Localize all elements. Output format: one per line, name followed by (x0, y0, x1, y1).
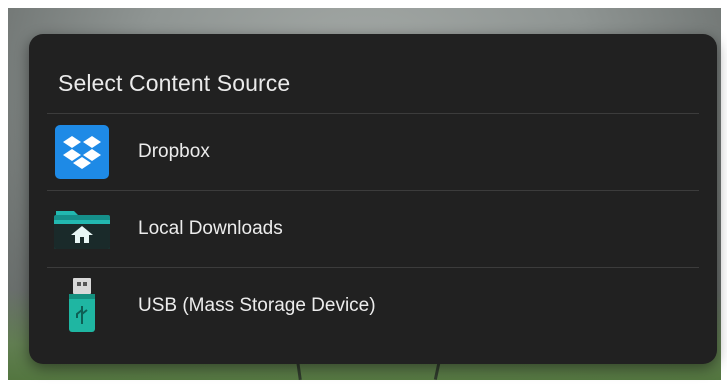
option-usb-storage[interactable]: USB (Mass Storage Device) (47, 268, 699, 344)
content-source-dialog: Select Content Source Dropbox Local Down… (29, 34, 717, 364)
option-label: USB (Mass Storage Device) (138, 295, 376, 316)
folder-home-icon (52, 202, 112, 256)
dialog-title: Select Content Source (58, 70, 291, 96)
dropbox-icon (55, 125, 109, 179)
option-label: Local Downloads (138, 218, 283, 239)
usb-drive-icon (55, 278, 109, 333)
option-label: Dropbox (138, 141, 210, 162)
option-local-downloads[interactable]: Local Downloads (47, 191, 699, 267)
option-dropbox[interactable]: Dropbox (47, 114, 699, 190)
